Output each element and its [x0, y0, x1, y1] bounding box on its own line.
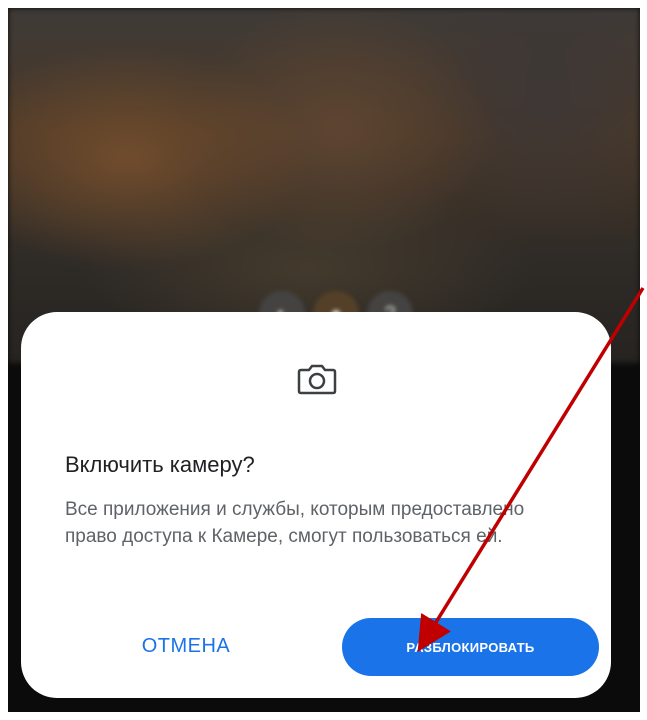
- cancel-button[interactable]: ОТМЕНА: [111, 620, 261, 672]
- camera-icon: [297, 364, 337, 395]
- enable-camera-dialog: Включить камеру? Все приложения и службы…: [21, 312, 611, 698]
- dialog-title: Включить камеру?: [65, 452, 255, 477]
- dialog-body: Все приложения и службы, которым предост…: [65, 499, 525, 547]
- unlock-button[interactable]: РАЗБЛОКИРОВАТЬ: [342, 618, 599, 676]
- screenshot-frame: ◐ ● ? Включить камеру? Все приложения и …: [0, 0, 647, 720]
